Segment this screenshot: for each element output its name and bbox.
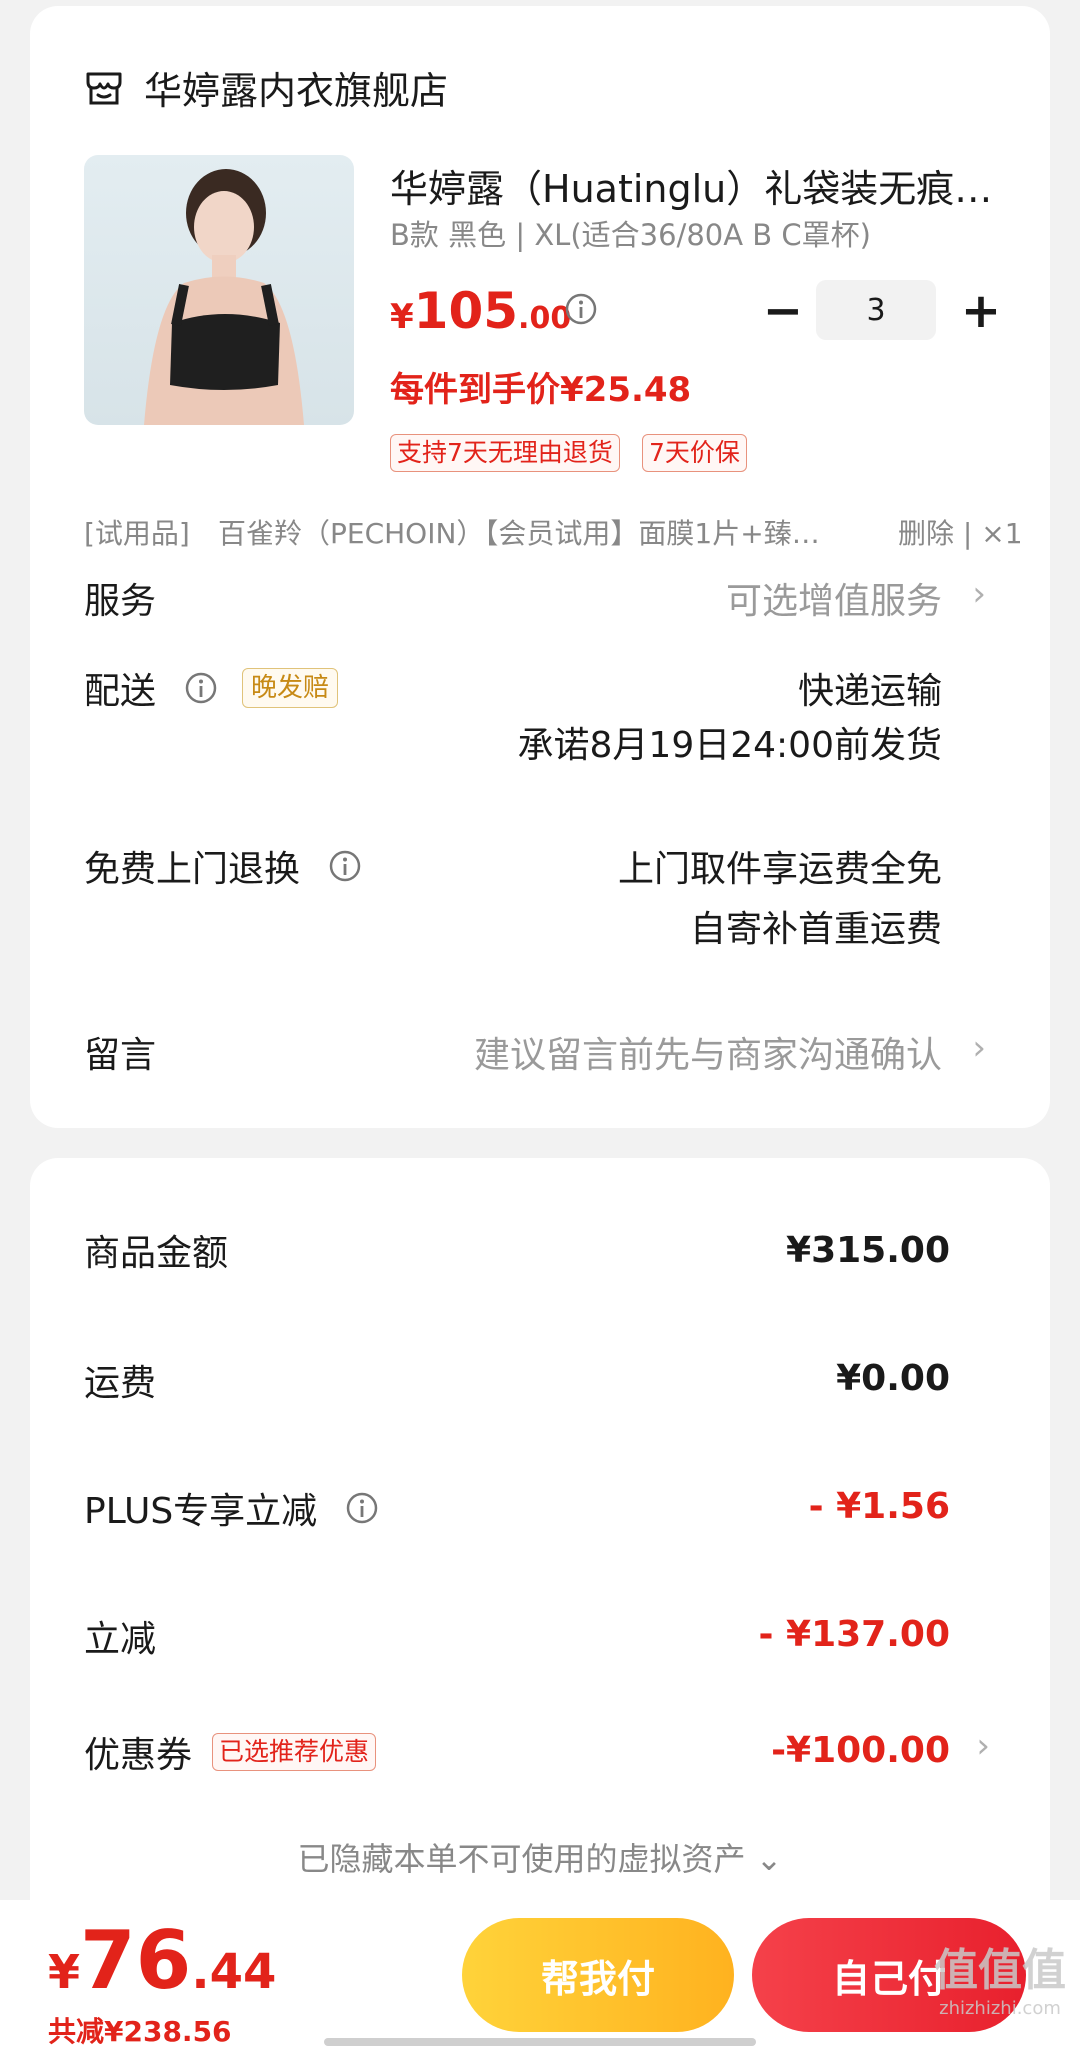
service-value[interactable]: 可选增值服务 [726, 572, 942, 624]
instant-discount-value: - ¥137.00 [758, 1614, 950, 1655]
price-symbol: ¥ [390, 297, 414, 337]
total-symbol: ¥ [48, 1945, 81, 1999]
shipping-label: 运费 [84, 1363, 157, 1404]
plus-discount-row: PLUS专享立减 [84, 1482, 379, 1534]
home-indicator[interactable] [324, 2038, 756, 2046]
trial-item-name[interactable]: 百雀羚（PECHOIN）【会员试用】面膜1片+臻… [218, 512, 818, 552]
goods-amount-label: 商品金额 [84, 1233, 229, 1274]
total-saved: 共减¥238.56 [48, 2015, 232, 2048]
coupon-label: 优惠券 [84, 1735, 193, 1776]
goods-amount-value: ¥315.00 [786, 1230, 950, 1271]
product-image[interactable] [84, 155, 354, 425]
plus-discount-value: - ¥1.56 [808, 1486, 950, 1527]
product-price: ¥ 105 .00 [390, 282, 571, 340]
trial-tag: [试用品] [84, 517, 190, 550]
plus-discount-label: PLUS专享立减 [84, 1491, 318, 1532]
price-integer: 105 [413, 282, 519, 340]
return-line1: 上门取件享运费全免 [617, 849, 942, 890]
message-input[interactable]: 建议留言前先与商家沟通确认 [474, 1026, 942, 1078]
coupon-row[interactable]: 优惠券 已选推荐优惠 [84, 1726, 377, 1778]
return-label: 免费上门退换 [84, 849, 301, 890]
info-icon[interactable] [328, 849, 362, 883]
instant-discount-label: 立减 [84, 1619, 157, 1660]
checkout-bar: ¥ 76 .44 共减¥238.56 帮我付 自己付 值值值 zhizhizhi… [0, 1900, 1080, 2050]
quantity-decrease-button[interactable]: − [760, 283, 806, 339]
trial-delete-button[interactable]: 删除 | ×1 [898, 512, 1023, 552]
coupon-value[interactable]: -¥100.00 [771, 1730, 950, 1771]
delivery-method: 快递运输 [797, 671, 942, 712]
chevron-right-icon[interactable]: › [972, 1028, 986, 1068]
watermark-url: zhizhizhi.com [939, 1998, 1061, 2019]
price-protect-badge: 7天价保 [642, 434, 747, 472]
return-line2: 自寄补首重运费 [689, 909, 942, 950]
store-icon [84, 68, 124, 108]
product-spec[interactable]: B款 黑色 | XL(适合36/80A B C罩杯) [390, 212, 871, 254]
store-name: 华婷露内衣旗舰店 [144, 69, 449, 113]
chevron-right-icon[interactable]: › [972, 574, 986, 614]
info-icon[interactable] [184, 671, 218, 705]
watermark-text: 值值值 [934, 1945, 1066, 1996]
total-price: ¥ 76 .44 [48, 1914, 276, 2007]
total-decimal: .44 [191, 1944, 277, 2000]
late-compensation-badge: 晚发赔 [242, 668, 339, 708]
price-summary-card: 商品金额 ¥315.00 运费 ¥0.00 PLUS专享立减 - ¥1.56 立… [30, 1158, 1050, 2018]
product-title[interactable]: 华婷露（Huatinglu）礼袋装无痕… [390, 158, 990, 213]
store-header[interactable]: 华婷露内衣旗舰店 [84, 60, 448, 115]
site-watermark: 值值值 zhizhizhi.com [934, 1934, 1066, 2019]
delivery-promise: 承诺8月19日24:00前发货 [517, 725, 942, 766]
info-icon[interactable] [345, 1491, 379, 1525]
shipping-value: ¥0.00 [836, 1358, 950, 1399]
delivery-label-row: 配送 晚发赔 [84, 662, 339, 714]
return-policy-badge: 支持7天无理由退货 [390, 434, 620, 472]
hidden-assets-toggle[interactable]: 已隐藏本单不可使用的虚拟资产 ⌄ [30, 1834, 1050, 1880]
total-integer: 76 [80, 1914, 192, 2007]
quantity-increase-button[interactable]: + [958, 283, 1004, 339]
delivery-label: 配送 [84, 671, 157, 712]
order-item-card: 华婷露内衣旗舰店 华婷露（Huatinglu）礼袋装无痕… B款 黑色 | XL… [30, 6, 1050, 1128]
info-icon[interactable] [564, 292, 598, 326]
help-me-pay-button[interactable]: 帮我付 [462, 1918, 734, 2032]
chevron-right-icon[interactable]: › [976, 1726, 990, 1766]
coupon-recommended-badge: 已选推荐优惠 [212, 1733, 377, 1771]
return-label-row: 免费上门退换 [84, 840, 362, 892]
service-label: 服务 [84, 581, 157, 622]
quantity-input[interactable]: 3 [816, 280, 936, 340]
unit-price: 每件到手价¥25.48 [390, 370, 692, 410]
message-label: 留言 [84, 1035, 157, 1076]
